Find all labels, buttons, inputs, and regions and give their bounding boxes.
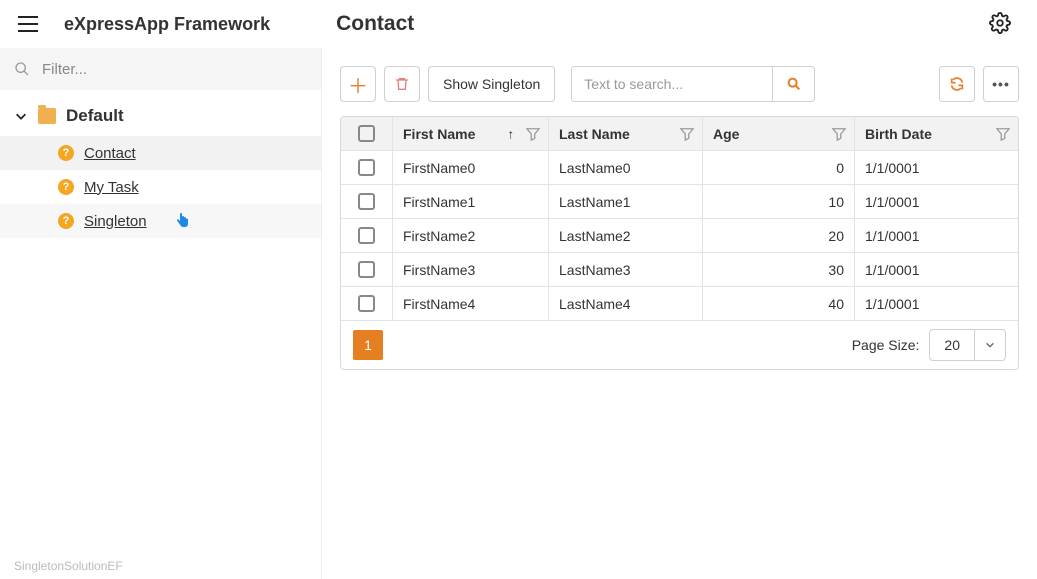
cell-last-name: LastName4 — [549, 287, 703, 321]
cell-first-name: FirstName0 — [393, 151, 549, 185]
sidebar: Default ? Contact ? My Task ? Singleton — [0, 48, 322, 579]
filter-icon[interactable] — [832, 127, 846, 141]
cell-first-name: FirstName4 — [393, 287, 549, 321]
page-size-label: Page Size: — [852, 337, 920, 353]
question-icon: ? — [58, 145, 74, 161]
settings-button[interactable] — [989, 12, 1013, 36]
column-header-birth-date[interactable]: Birth Date — [855, 117, 1018, 151]
table-row[interactable]: FirstName4LastName4401/1/0001 — [341, 287, 1018, 321]
more-actions-button[interactable]: ••• — [983, 66, 1019, 102]
page-size-value: 20 — [930, 330, 975, 360]
chevron-down-icon — [14, 109, 28, 123]
cell-birth-date: 1/1/0001 — [855, 151, 1018, 185]
table-row[interactable]: FirstName1LastName1101/1/0001 — [341, 185, 1018, 219]
cell-age: 10 — [703, 185, 855, 219]
question-icon: ? — [58, 213, 74, 229]
refresh-icon — [949, 76, 965, 92]
hamburger-menu-button[interactable] — [16, 12, 40, 36]
cell-birth-date: 1/1/0001 — [855, 219, 1018, 253]
cell-last-name: LastName0 — [549, 151, 703, 185]
cell-birth-date: 1/1/0001 — [855, 287, 1018, 321]
cell-last-name: LastName2 — [549, 219, 703, 253]
show-singleton-button[interactable]: Show Singleton — [428, 66, 555, 102]
page-button-1[interactable]: 1 — [353, 330, 383, 360]
cell-last-name: LastName3 — [549, 253, 703, 287]
nav-item-singleton[interactable]: ? Singleton — [0, 204, 321, 238]
cell-last-name: LastName1 — [549, 185, 703, 219]
new-button[interactable]: ＋ — [340, 66, 376, 102]
filter-icon[interactable] — [996, 127, 1010, 141]
cursor-pointer-icon — [175, 213, 189, 229]
nav-item-label: Contact — [84, 145, 136, 162]
nav-item-contact[interactable]: ? Contact — [0, 136, 321, 170]
column-header-first-name[interactable]: First Name ↑ — [393, 117, 549, 151]
nav-group-label: Default — [66, 106, 124, 126]
table-row[interactable]: FirstName3LastName3301/1/0001 — [341, 253, 1018, 287]
sidebar-filter-input[interactable] — [42, 61, 307, 78]
grid-search-button[interactable] — [772, 67, 814, 101]
data-grid: First Name ↑ Last Name Age Birth Date — [340, 116, 1019, 370]
row-checkbox[interactable] — [358, 261, 375, 278]
filter-icon[interactable] — [526, 127, 540, 141]
sidebar-footer-text: SingletonSolutionEF — [14, 559, 123, 573]
cell-first-name: FirstName2 — [393, 219, 549, 253]
delete-button[interactable] — [384, 66, 420, 102]
folder-icon — [38, 108, 56, 124]
select-all-checkbox[interactable] — [358, 125, 375, 142]
cell-age: 0 — [703, 151, 855, 185]
nav-item-label: Singleton — [84, 213, 147, 230]
column-header-age[interactable]: Age — [703, 117, 855, 151]
cell-age: 40 — [703, 287, 855, 321]
cell-first-name: FirstName3 — [393, 253, 549, 287]
refresh-button[interactable] — [939, 66, 975, 102]
cell-first-name: FirstName1 — [393, 185, 549, 219]
page-size-dropdown[interactable] — [975, 340, 1005, 350]
sort-ascending-icon: ↑ — [508, 126, 515, 141]
nav-group-default[interactable]: Default — [0, 96, 321, 136]
row-checkbox[interactable] — [358, 193, 375, 210]
cell-birth-date: 1/1/0001 — [855, 253, 1018, 287]
cell-age: 30 — [703, 253, 855, 287]
trash-icon — [394, 76, 410, 92]
filter-icon[interactable] — [680, 127, 694, 141]
grid-search-input[interactable] — [572, 67, 772, 101]
view-title: Contact — [336, 12, 414, 36]
row-checkbox[interactable] — [358, 295, 375, 312]
question-icon: ? — [58, 179, 74, 195]
table-row[interactable]: FirstName2LastName2201/1/0001 — [341, 219, 1018, 253]
row-checkbox[interactable] — [358, 227, 375, 244]
cell-age: 20 — [703, 219, 855, 253]
nav-item-my-task[interactable]: ? My Task — [0, 170, 321, 204]
column-header-last-name[interactable]: Last Name — [549, 117, 703, 151]
nav-item-label: My Task — [84, 179, 139, 196]
app-title: eXpressApp Framework — [64, 14, 270, 35]
cell-birth-date: 1/1/0001 — [855, 185, 1018, 219]
row-checkbox[interactable] — [358, 159, 375, 176]
table-row[interactable]: FirstName0LastName001/1/0001 — [341, 151, 1018, 185]
search-icon — [14, 61, 30, 77]
